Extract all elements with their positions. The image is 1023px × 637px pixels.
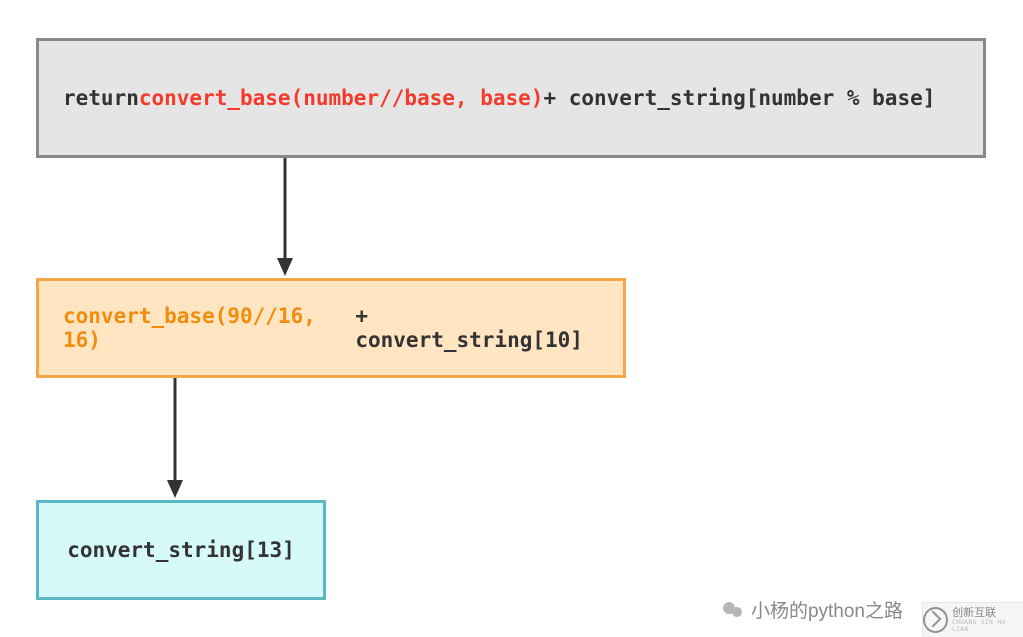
wechat-icon (721, 598, 745, 622)
code-box-3: convert_string[13] (36, 500, 326, 600)
concat-expression-1: + convert_string[number % base] (543, 86, 935, 110)
arrow-1 (275, 158, 295, 278)
brand-sub: CHUANG XIN HU LIAN (952, 619, 1023, 633)
author-watermark: 小杨的python之路 (721, 596, 903, 623)
brand-watermark: 创新互联 CHUANG XIN HU LIAN (922, 602, 1023, 637)
concat-expression-2: + convert_string[10] (355, 304, 599, 352)
recursive-call-value: convert_base(90//16, 16) (63, 304, 355, 352)
base-case-result: convert_string[13] (67, 538, 295, 562)
brand-name: 创新互联 (952, 608, 1023, 619)
code-box-1: return convert_base(number//base, base) … (36, 38, 986, 158)
code-box-2: convert_base(90//16, 16) + convert_strin… (36, 278, 626, 378)
recursive-call-highlight: convert_base(number//base, base) (139, 86, 544, 110)
arrow-2 (165, 378, 185, 500)
author-name: 小杨的python之路 (751, 596, 903, 623)
brand-logo-icon (923, 607, 948, 633)
return-keyword: return (63, 86, 139, 110)
